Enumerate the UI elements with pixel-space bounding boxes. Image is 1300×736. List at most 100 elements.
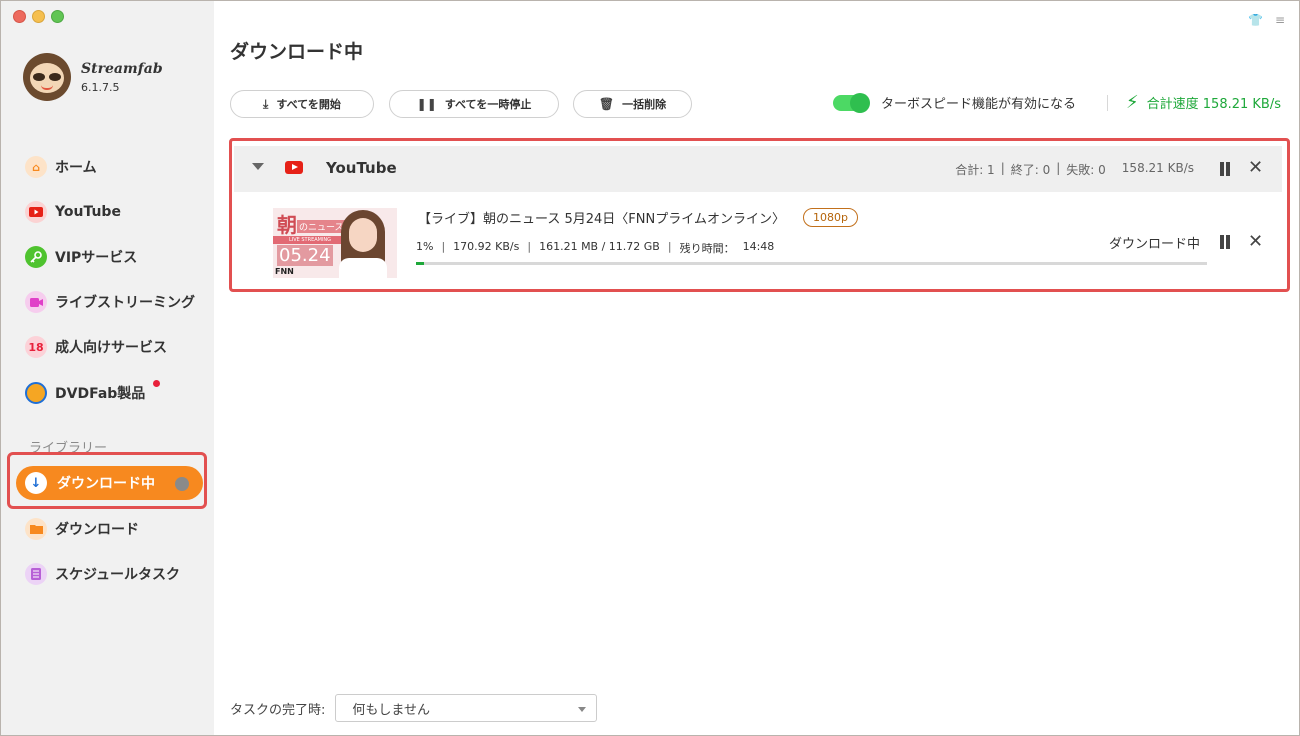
remaining-time: 14:48 [742, 240, 775, 253]
menu-icon[interactable]: ≡ [1275, 13, 1285, 27]
folder-icon [25, 518, 47, 540]
app-brand: Streamfab 6.1.7.5 [23, 53, 163, 101]
trash-icon: 🗑 [598, 97, 615, 111]
group-name: YouTube [326, 159, 397, 177]
download-arrow-icon: ↓ [25, 472, 47, 494]
sloth-logo-icon [23, 53, 71, 101]
video-title: 【ライブ】朝のニュース 5月24日〈FNNプライムオンライン〉 [418, 212, 785, 227]
thumbnail-kanji: 朝 [277, 213, 297, 237]
video-thumbnail: 朝 のニュース LIVE STREAMING 05.24 FNN [273, 208, 397, 278]
separator: | [1000, 161, 1005, 175]
sidebar: Streamfab 6.1.7.5 ⌂ ホーム YouTube VIPサービス … [1, 1, 214, 735]
main-panel: 👕 ≡ ダウンロード中 ⤓ すべてを開始 ❚❚ すべてを一時停止 🗑 一括削除 … [214, 1, 1299, 735]
download-item-title: 【ライブ】朝のニュース 5月24日〈FNNプライムオンライン〉 1080p [418, 208, 858, 227]
app-name: Streamfab [81, 60, 163, 77]
sidebar-item-label: VIPサービス [55, 250, 138, 266]
download-icon: ⤓ [263, 96, 269, 111]
on-complete-label: タスクの完了時: [230, 702, 326, 718]
pause-all-button[interactable]: ❚❚ すべてを一時停止 [389, 90, 559, 118]
start-all-button[interactable]: ⤓ すべてを開始 [230, 90, 374, 118]
sidebar-item-label: ホーム [55, 160, 97, 176]
on-complete-select[interactable]: 何もしません [335, 694, 598, 722]
resolution-badge: 1080p [802, 208, 858, 227]
group-total: 合計: 1 [955, 163, 995, 177]
separator: | [441, 240, 446, 253]
total-speed-label: 合計速度 158.21 KB/s [1146, 97, 1281, 112]
adult-18-icon: 18 [25, 336, 47, 358]
pause-icon: ❚❚ [416, 97, 437, 111]
maximize-window-button[interactable] [51, 10, 64, 23]
app-version: 6.1.7.5 [81, 80, 120, 94]
group-stats: 合計: 1 | 終了: 0 | 失敗: 0 158.21 KB/s [955, 161, 1194, 178]
turbo-label: ターボスピード機能が有効になる [881, 97, 1077, 112]
divider [1107, 95, 1108, 111]
progress-fill [416, 262, 424, 265]
separator: | [667, 240, 672, 253]
notification-dot [153, 380, 160, 387]
video-camera-icon [25, 291, 47, 313]
group-close-button[interactable]: ✕ [1248, 159, 1263, 177]
page-title: ダウンロード中 [230, 41, 364, 63]
top-right-icons: 👕 ≡ [1248, 13, 1285, 27]
sidebar-item-label: ライブストリーミング [55, 295, 195, 311]
sidebar-item-label: 成人向けサービス [55, 340, 167, 356]
sidebar-item-downloading[interactable]: ↓ ダウンロード中 [16, 466, 203, 500]
footer: タスクの完了時: 何もしません [230, 694, 598, 722]
select-value: 何もしません [352, 702, 431, 718]
sidebar-item-label: YouTube [55, 204, 121, 220]
download-item-stats: 1% | 170.92 KB/s | 161.21 MB / 11.72 GB … [416, 240, 774, 256]
sidebar-item-label: スケジュールタスク [55, 567, 181, 583]
turbo-speed: ターボスピード機能が有効になる [833, 92, 1077, 113]
key-icon [25, 246, 47, 268]
item-pause-button[interactable] [1219, 235, 1231, 249]
group-speed: 158.21 KB/s [1121, 161, 1194, 175]
progress-bar [416, 262, 1207, 265]
item-status: ダウンロード中 [1109, 237, 1201, 252]
sidebar-item-label: DVDFab製品 [55, 386, 146, 402]
start-all-label: すべてを開始 [276, 98, 341, 111]
separator: | [527, 240, 532, 253]
lightning-icon: ⚡ [1126, 91, 1139, 113]
total-speed: ⚡ 合計速度 158.21 KB/s [1126, 93, 1281, 112]
sidebar-item-dvdfab[interactable]: DVDFab製品 [25, 381, 145, 405]
skin-icon[interactable]: 👕 [1248, 13, 1263, 27]
sidebar-item-downloaded[interactable]: ダウンロード [25, 517, 139, 541]
home-icon: ⌂ [25, 156, 47, 178]
close-window-button[interactable] [13, 10, 26, 23]
thumbnail-date: 05.24 [277, 245, 333, 266]
youtube-icon [285, 161, 303, 174]
sidebar-item-schedule[interactable]: スケジュールタスク [25, 562, 180, 586]
progress-percent: 1% [416, 240, 434, 253]
dvdfab-icon [25, 382, 47, 404]
item-speed: 170.92 KB/s [453, 240, 520, 253]
chevron-down-icon [578, 707, 587, 712]
thumbnail-live-bar: LIVE STREAMING [273, 236, 347, 244]
remaining-label: 残り時間： [679, 242, 735, 255]
pause-all-label: すべてを一時停止 [444, 98, 532, 111]
sidebar-item-label: ダウンロード中 [57, 476, 155, 492]
group-pause-button[interactable] [1219, 162, 1231, 176]
sidebar-item-label: ダウンロード [55, 522, 139, 538]
sidebar-item-vip[interactable]: VIPサービス [25, 245, 137, 269]
window-controls [13, 10, 64, 23]
schedule-icon [25, 563, 47, 585]
item-size: 161.21 MB / 11.72 GB [539, 240, 660, 253]
sidebar-item-youtube[interactable]: YouTube [25, 200, 121, 224]
sidebar-item-home[interactable]: ⌂ ホーム [25, 155, 97, 179]
group-failed: 失敗: 0 [1066, 163, 1106, 177]
download-group-header: YouTube 合計: 1 | 終了: 0 | 失敗: 0 158.21 KB/… [234, 146, 1282, 192]
delete-all-button[interactable]: 🗑 一括削除 [573, 90, 692, 118]
presenter-image [337, 208, 389, 278]
minimize-window-button[interactable] [32, 10, 45, 23]
thumbnail-brand: FNN [275, 267, 294, 276]
turbo-toggle[interactable] [833, 92, 870, 113]
group-done: 終了: 0 [1010, 163, 1051, 177]
loading-indicator-icon [175, 477, 189, 491]
youtube-icon [25, 201, 47, 223]
sidebar-item-adult[interactable]: 18 成人向けサービス [25, 335, 167, 359]
sidebar-item-live-streaming[interactable]: ライブストリーミング [25, 290, 195, 314]
chevron-down-icon[interactable] [252, 163, 264, 170]
separator: | [1056, 161, 1061, 175]
delete-all-label: 一括削除 [622, 98, 667, 111]
item-close-button[interactable]: ✕ [1248, 233, 1263, 251]
